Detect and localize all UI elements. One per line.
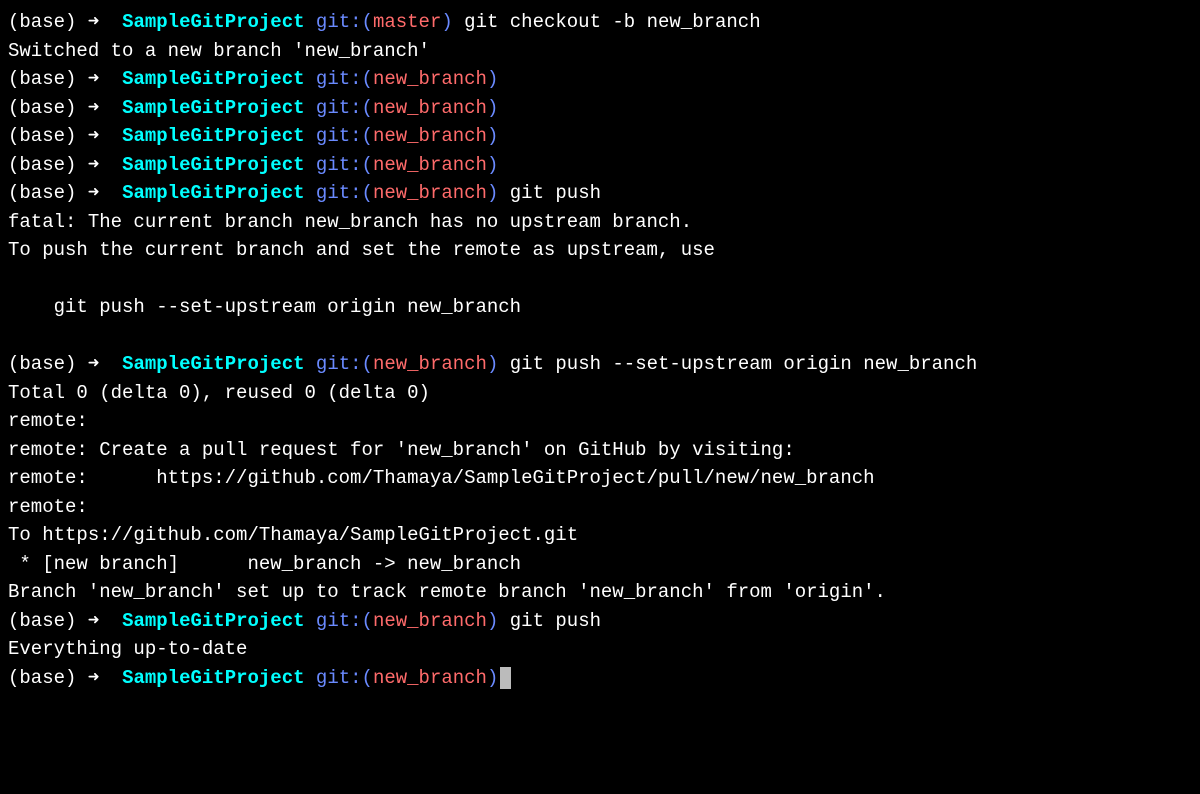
cursor: [500, 667, 511, 689]
output-text: * [new branch] new_branch -> new_branch: [8, 553, 521, 575]
prompt-project: SampleGitProject: [122, 154, 304, 176]
prompt-git-label: git:(: [305, 97, 373, 119]
terminal-output[interactable]: (base) ➜ SampleGitProject git:(master) g…: [8, 8, 1192, 692]
prompt-branch: new_branch: [373, 667, 487, 689]
output-text: To https://github.com/Thamaya/SampleGitP…: [8, 524, 578, 546]
prompt-base: (base): [8, 182, 76, 204]
terminal-line: Everything up-to-date: [8, 635, 1192, 664]
prompt-project: SampleGitProject: [122, 125, 304, 147]
terminal-line: remote:: [8, 407, 1192, 436]
terminal-line: (base) ➜ SampleGitProject git:(new_branc…: [8, 151, 1192, 180]
prompt-branch: new_branch: [373, 610, 487, 632]
terminal-line: To push the current branch and set the r…: [8, 236, 1192, 265]
output-text: Total 0 (delta 0), reused 0 (delta 0): [8, 382, 430, 404]
command-text: git push: [498, 182, 601, 204]
prompt-base: (base): [8, 610, 76, 632]
output-text: Everything up-to-date: [8, 638, 247, 660]
terminal-line: remote:: [8, 493, 1192, 522]
prompt-base: (base): [8, 97, 76, 119]
terminal-line: (base) ➜ SampleGitProject git:(new_branc…: [8, 664, 1192, 693]
prompt-project: SampleGitProject: [122, 353, 304, 375]
prompt-project: SampleGitProject: [122, 97, 304, 119]
prompt-arrow: ➜: [76, 154, 122, 176]
output-text: To push the current branch and set the r…: [8, 239, 715, 261]
terminal-line: fatal: The current branch new_branch has…: [8, 208, 1192, 237]
terminal-line: (base) ➜ SampleGitProject git:(new_branc…: [8, 122, 1192, 151]
prompt-paren: ): [487, 125, 498, 147]
output-text: Switched to a new branch 'new_branch': [8, 40, 430, 62]
output-text: Branch 'new_branch' set up to track remo…: [8, 581, 886, 603]
prompt-paren: ): [487, 68, 498, 90]
prompt-base: (base): [8, 11, 76, 33]
prompt-project: SampleGitProject: [122, 68, 304, 90]
prompt-arrow: ➜: [76, 610, 122, 632]
prompt-arrow: ➜: [76, 97, 122, 119]
command-text: git checkout -b new_branch: [453, 11, 761, 33]
prompt-project: SampleGitProject: [122, 182, 304, 204]
output-text: remote:: [8, 496, 99, 518]
output-text: fatal: The current branch new_branch has…: [8, 211, 692, 233]
terminal-line: To https://github.com/Thamaya/SampleGitP…: [8, 521, 1192, 550]
prompt-branch: new_branch: [373, 97, 487, 119]
terminal-line: (base) ➜ SampleGitProject git:(new_branc…: [8, 350, 1192, 379]
prompt-paren: ): [441, 11, 452, 33]
prompt-project: SampleGitProject: [122, 667, 304, 689]
terminal-line: (base) ➜ SampleGitProject git:(new_branc…: [8, 179, 1192, 208]
terminal-line: (base) ➜ SampleGitProject git:(new_branc…: [8, 94, 1192, 123]
prompt-paren: ): [487, 154, 498, 176]
prompt-paren: ): [487, 667, 498, 689]
output-text: git push --set-upstream origin new_branc…: [8, 296, 521, 318]
prompt-paren: ): [487, 610, 498, 632]
prompt-git-label: git:(: [305, 667, 373, 689]
prompt-git-label: git:(: [305, 182, 373, 204]
prompt-branch: new_branch: [373, 125, 487, 147]
prompt-base: (base): [8, 667, 76, 689]
prompt-git-label: git:(: [305, 68, 373, 90]
output-text: remote: https://github.com/Thamaya/Sampl…: [8, 467, 875, 489]
output-text: remote: Create a pull request for 'new_b…: [8, 439, 795, 461]
prompt-arrow: ➜: [76, 11, 122, 33]
terminal-line: (base) ➜ SampleGitProject git:(new_branc…: [8, 65, 1192, 94]
terminal-line: git push --set-upstream origin new_branc…: [8, 293, 1192, 322]
output-text: remote:: [8, 410, 99, 432]
prompt-base: (base): [8, 125, 76, 147]
prompt-branch: new_branch: [373, 68, 487, 90]
prompt-branch: new_branch: [373, 154, 487, 176]
prompt-arrow: ➜: [76, 125, 122, 147]
prompt-paren: ): [487, 353, 498, 375]
terminal-line: Switched to a new branch 'new_branch': [8, 37, 1192, 66]
terminal-line: Total 0 (delta 0), reused 0 (delta 0): [8, 379, 1192, 408]
prompt-project: SampleGitProject: [122, 11, 304, 33]
command-text: git push: [498, 610, 601, 632]
prompt-arrow: ➜: [76, 182, 122, 204]
prompt-branch: new_branch: [373, 353, 487, 375]
prompt-paren: ): [487, 182, 498, 204]
terminal-line: remote: Create a pull request for 'new_b…: [8, 436, 1192, 465]
prompt-paren: ): [487, 97, 498, 119]
prompt-arrow: ➜: [76, 353, 122, 375]
prompt-project: SampleGitProject: [122, 610, 304, 632]
prompt-base: (base): [8, 154, 76, 176]
prompt-git-label: git:(: [305, 125, 373, 147]
terminal-line: Branch 'new_branch' set up to track remo…: [8, 578, 1192, 607]
prompt-branch: master: [373, 11, 441, 33]
terminal-line: * [new branch] new_branch -> new_branch: [8, 550, 1192, 579]
prompt-base: (base): [8, 353, 76, 375]
terminal-line: [8, 322, 1192, 351]
command-text: git push --set-upstream origin new_branc…: [498, 353, 977, 375]
prompt-git-label: git:(: [305, 11, 373, 33]
prompt-arrow: ➜: [76, 68, 122, 90]
prompt-arrow: ➜: [76, 667, 122, 689]
terminal-line: (base) ➜ SampleGitProject git:(master) g…: [8, 8, 1192, 37]
prompt-base: (base): [8, 68, 76, 90]
terminal-line: [8, 265, 1192, 294]
terminal-line: remote: https://github.com/Thamaya/Sampl…: [8, 464, 1192, 493]
terminal-line: (base) ➜ SampleGitProject git:(new_branc…: [8, 607, 1192, 636]
prompt-git-label: git:(: [305, 154, 373, 176]
prompt-git-label: git:(: [305, 610, 373, 632]
prompt-git-label: git:(: [305, 353, 373, 375]
prompt-branch: new_branch: [373, 182, 487, 204]
